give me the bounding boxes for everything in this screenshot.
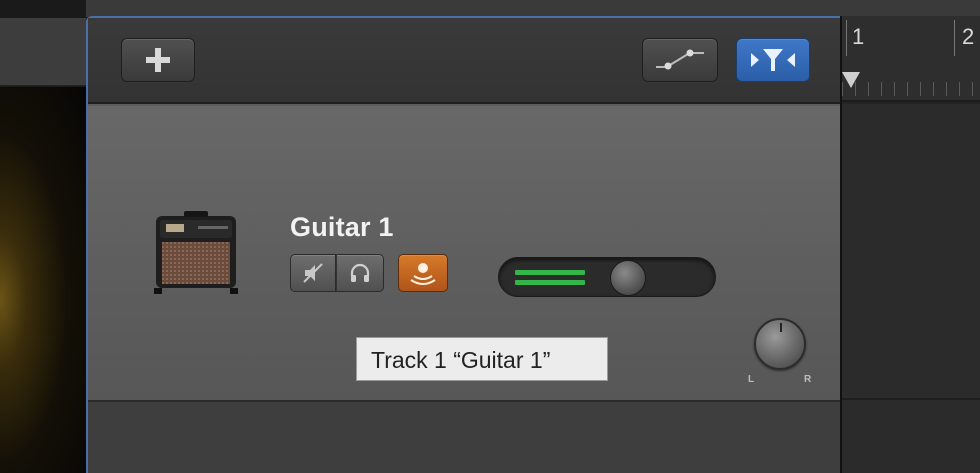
add-track-button[interactable] <box>121 38 195 82</box>
track-tooltip: Track 1 “Guitar 1” <box>356 337 608 381</box>
track-name[interactable]: Guitar 1 <box>290 212 394 243</box>
headphones-icon <box>350 263 370 282</box>
mute-speaker-icon <box>303 263 323 283</box>
timeline-ruler: 1 2 <box>840 16 980 473</box>
level-meter-left <box>515 270 585 275</box>
automation-curve-icon <box>656 49 704 70</box>
track-divider <box>842 398 980 400</box>
playhead[interactable] <box>842 72 860 88</box>
pan-control: L R <box>748 304 812 388</box>
level-meter-right <box>515 280 585 285</box>
pan-left-label: L <box>748 374 755 385</box>
automation-button[interactable] <box>642 38 718 82</box>
library-panel-edge <box>0 0 86 473</box>
library-artwork <box>0 87 86 473</box>
bar-number: 2 <box>962 24 975 49</box>
pan-knob[interactable] <box>754 318 806 370</box>
pan-right-label: R <box>804 374 812 385</box>
library-header <box>0 18 86 86</box>
bar-number: 1 <box>852 24 865 49</box>
bar-marker <box>954 20 955 56</box>
mute-button[interactable] <box>290 254 336 292</box>
track-region-area[interactable] <box>842 104 980 473</box>
pan-indicator <box>780 323 782 332</box>
input-monitoring-button[interactable] <box>398 254 448 292</box>
volume-slider-handle[interactable] <box>610 260 647 296</box>
catch-filter-button[interactable] <box>736 38 810 82</box>
solo-button[interactable] <box>336 254 384 292</box>
ruler-ticks <box>842 82 980 96</box>
guitar-amp-icon <box>154 211 238 294</box>
catch-playhead-filter-icon <box>751 49 795 71</box>
plus-icon <box>146 48 170 72</box>
volume-slider[interactable] <box>498 257 716 297</box>
track-header-panel: Guitar 1 L R <box>86 16 840 473</box>
tracks-header-bar <box>88 18 840 104</box>
ruler-header[interactable]: 1 2 <box>842 16 980 102</box>
input-monitoring-icon <box>410 263 436 285</box>
bar-marker <box>846 20 847 56</box>
empty-track-area[interactable] <box>88 400 840 473</box>
